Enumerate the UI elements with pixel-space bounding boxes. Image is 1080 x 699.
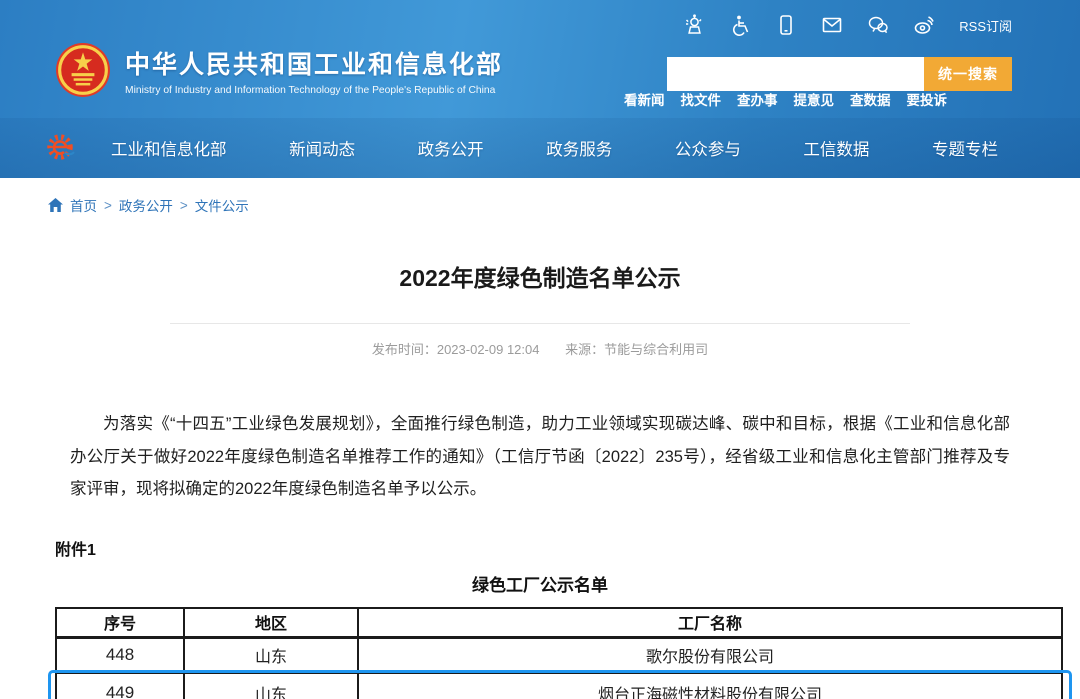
header-utility-icons: RSS订阅 bbox=[683, 14, 1012, 36]
wechat-icon[interactable] bbox=[867, 14, 889, 36]
quick-link-files[interactable]: 找文件 bbox=[681, 89, 722, 109]
quick-links-row: 看新闻 找文件 查办事 提意见 查数据 要投诉 bbox=[624, 89, 947, 109]
col-header-region: 地区 bbox=[184, 608, 358, 638]
article-source: 来源：节能与综合利用司 bbox=[565, 342, 708, 357]
site-title-cn: 中华人民共和国工业和信息化部 bbox=[125, 45, 503, 81]
weibo-icon[interactable] bbox=[913, 14, 935, 36]
accessibility-icon[interactable] bbox=[729, 14, 751, 36]
nav-item-public-participation[interactable]: 公众参与 bbox=[675, 136, 741, 160]
table-header-row: 序号 地区 工厂名称 bbox=[56, 608, 1062, 638]
site-header: 中华人民共和国工业和信息化部 Ministry of Industry and … bbox=[0, 0, 1080, 178]
rss-subscribe-link[interactable]: RSS订阅 bbox=[959, 16, 1012, 35]
home-icon[interactable] bbox=[48, 198, 63, 212]
site-titles: 中华人民共和国工业和信息化部 Ministry of Industry and … bbox=[125, 45, 503, 96]
breadcrumb: 首页 > 政务公开 > 文件公示 bbox=[0, 178, 1080, 221]
table-title: 绿色工厂公示名单 bbox=[0, 571, 1080, 596]
quick-link-suggestions[interactable]: 提意见 bbox=[794, 89, 835, 109]
breadcrumb-separator: > bbox=[104, 198, 112, 213]
mobile-icon[interactable] bbox=[775, 14, 797, 36]
article-title: 2022年度绿色制造名单公示 bbox=[0, 259, 1080, 293]
breadcrumb-gov-disclosure[interactable]: 政务公开 bbox=[119, 195, 173, 215]
search-input[interactable] bbox=[667, 57, 924, 91]
nav-items: 工业和信息化部 新闻动态 政务公开 政务服务 公众参与 工信数据 专题专栏 bbox=[111, 136, 998, 160]
nav-item-miit-data[interactable]: 工信数据 bbox=[803, 136, 869, 160]
header-top: 中华人民共和国工业和信息化部 Ministry of Industry and … bbox=[0, 0, 1080, 118]
cell-region: 山东 bbox=[184, 673, 358, 699]
site-logo-link[interactable]: 中华人民共和国工业和信息化部 Ministry of Industry and … bbox=[55, 42, 503, 98]
search-bar: 统一搜索 bbox=[667, 57, 1012, 91]
green-factory-table-wrap: 序号 地区 工厂名称 448 山东 歌尔股份有限公司 449 山东 烟台正海磁性… bbox=[55, 607, 1063, 699]
nav-item-miit[interactable]: 工业和信息化部 bbox=[111, 136, 227, 160]
col-header-factory-name: 工厂名称 bbox=[358, 608, 1062, 638]
attachment-label: 附件1 bbox=[55, 536, 1080, 560]
main-nav: 工业和信息化部 新闻动态 政务公开 政务服务 公众参与 工信数据 专题专栏 bbox=[0, 118, 1080, 178]
table-row: 448 山东 歌尔股份有限公司 bbox=[56, 638, 1062, 673]
nav-item-gov-disclosure[interactable]: 政务公开 bbox=[418, 136, 484, 160]
quick-link-data[interactable]: 查数据 bbox=[850, 89, 891, 109]
publish-time: 发布时间：2023-02-09 12:04 bbox=[372, 342, 540, 357]
cell-region: 山东 bbox=[184, 638, 358, 673]
cell-no: 449 bbox=[56, 673, 184, 699]
nav-item-news[interactable]: 新闻动态 bbox=[289, 136, 355, 160]
table-row-highlighted: 449 山东 烟台正海磁性材料股份有限公司 bbox=[56, 673, 1062, 699]
nav-item-gov-services[interactable]: 政务服务 bbox=[546, 136, 612, 160]
breadcrumb-file-announcements[interactable]: 文件公示 bbox=[195, 195, 249, 215]
cell-no: 448 bbox=[56, 638, 184, 673]
article-meta: 发布时间：2023-02-09 12:04 来源：节能与综合利用司 bbox=[0, 339, 1080, 358]
quick-link-news[interactable]: 看新闻 bbox=[624, 89, 665, 109]
title-divider bbox=[170, 323, 910, 324]
search-button[interactable]: 统一搜索 bbox=[924, 57, 1012, 91]
article-body: 为落实《“十四五”工业绿色发展规划》，全面推行绿色制造，助力工业领域实现碳达峰、… bbox=[70, 408, 1010, 506]
col-header-no: 序号 bbox=[56, 608, 184, 638]
quick-link-services[interactable]: 查办事 bbox=[737, 89, 778, 109]
nav-item-special-topics[interactable]: 专题专栏 bbox=[932, 136, 998, 160]
quick-link-complaints[interactable]: 要投诉 bbox=[907, 89, 948, 109]
green-factory-table: 序号 地区 工厂名称 448 山东 歌尔股份有限公司 449 山东 烟台正海磁性… bbox=[55, 607, 1063, 699]
robot-assistant-icon[interactable] bbox=[683, 14, 705, 36]
cell-factory-name: 歌尔股份有限公司 bbox=[358, 638, 1062, 673]
cell-factory-name: 烟台正海磁性材料股份有限公司 bbox=[358, 673, 1062, 699]
mail-icon[interactable] bbox=[821, 14, 843, 36]
miit-e-logo-icon bbox=[45, 132, 77, 164]
site-title-en: Ministry of Industry and Information Tec… bbox=[125, 85, 503, 96]
breadcrumb-separator: > bbox=[180, 198, 188, 213]
national-emblem-icon bbox=[55, 42, 111, 98]
breadcrumb-home[interactable]: 首页 bbox=[70, 195, 97, 215]
